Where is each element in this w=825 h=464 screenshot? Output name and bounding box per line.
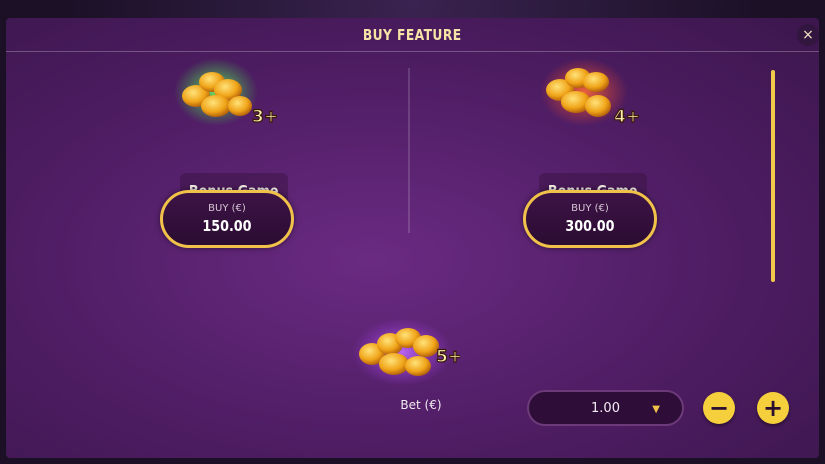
golden-peanuts-icon: 4+ bbox=[540, 58, 641, 128]
buy-button-300[interactable]: BUY (€) 300.00 bbox=[523, 190, 657, 248]
close-icon: × bbox=[802, 27, 814, 43]
count-badge: 3+ bbox=[252, 107, 278, 127]
dialog-header: BUY FEATURE bbox=[6, 18, 819, 52]
increase-bet-button[interactable]: + bbox=[757, 392, 789, 424]
buy-price: 150.00 bbox=[202, 217, 252, 235]
column-divider bbox=[408, 68, 410, 233]
close-button[interactable]: × bbox=[797, 24, 819, 46]
scrollbar[interactable] bbox=[770, 70, 776, 285]
golden-peanuts-icon: 5+ bbox=[352, 318, 460, 386]
golden-peanuts-icon: 3+ bbox=[174, 58, 279, 128]
buy-button-150[interactable]: BUY (€) 150.00 bbox=[160, 190, 294, 248]
minus-icon: − bbox=[708, 394, 730, 422]
buy-label: BUY (€) bbox=[571, 203, 609, 214]
decrease-bet-button[interactable]: − bbox=[703, 392, 735, 424]
count-badge: 5+ bbox=[436, 347, 460, 367]
bet-value: 1.00 bbox=[591, 400, 620, 416]
chevron-down-icon: ▼ bbox=[652, 404, 660, 415]
bet-label: Bet (€) bbox=[400, 398, 442, 412]
dialog-title: BUY FEATURE bbox=[363, 25, 462, 44]
scrollbar-thumb[interactable] bbox=[771, 70, 775, 282]
plus-icon: + bbox=[762, 394, 784, 422]
bet-dropdown[interactable]: 1.00 ▼ bbox=[527, 390, 684, 426]
buy-price: 300.00 bbox=[565, 217, 615, 235]
count-badge: 4+ bbox=[614, 107, 640, 127]
buy-label: BUY (€) bbox=[208, 203, 246, 214]
buy-feature-dialog: BUY FEATURE × 3+ BUY (€) 150.00 4+ BUY (… bbox=[6, 18, 819, 458]
